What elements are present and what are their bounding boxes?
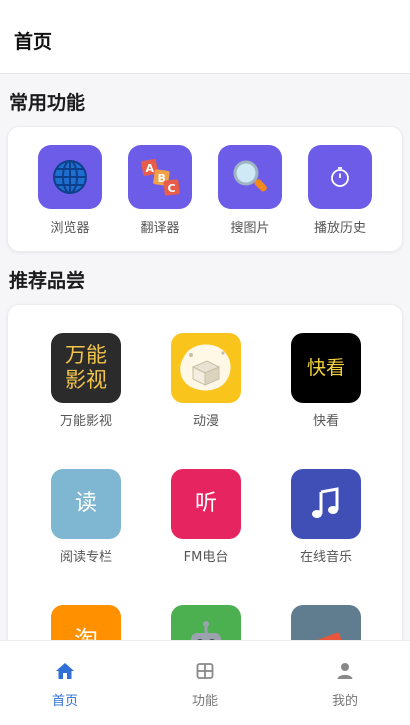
function-label: 浏览器 bbox=[50, 221, 90, 236]
status-bar bbox=[0, 0, 410, 8]
radio-icon: 听 bbox=[171, 469, 241, 539]
common-functions-card: 浏览器 A B C 翻译器 搜图片 播放历史 bbox=[7, 126, 403, 252]
recommend-section-title: 推荐品尝 bbox=[9, 270, 86, 292]
magnifier-icon bbox=[218, 145, 282, 209]
nav-profile[interactable]: 我的 bbox=[305, 661, 385, 709]
bottom-navigation: 首页 功能 我的 bbox=[0, 640, 410, 725]
globe-icon bbox=[38, 145, 102, 209]
kuaikan-icon: 快看 bbox=[291, 333, 361, 403]
app-online-music[interactable]: 在线音乐 bbox=[276, 469, 376, 565]
icon-text: 听 bbox=[194, 490, 217, 516]
function-play-history[interactable]: 播放历史 bbox=[300, 145, 380, 236]
app-reading[interactable]: 读 阅读专栏 bbox=[36, 469, 136, 565]
stopwatch-icon bbox=[308, 145, 372, 209]
app-label: FM电台 bbox=[183, 550, 229, 565]
abc-blocks-icon: A B C bbox=[128, 145, 192, 209]
icon-text: 快看 bbox=[306, 356, 345, 379]
svg-text:A: A bbox=[146, 162, 155, 175]
page-title: 首页 bbox=[14, 31, 53, 53]
app-label: 动漫 bbox=[192, 414, 219, 429]
function-translator[interactable]: A B C 翻译器 bbox=[120, 145, 200, 236]
common-section-title: 常用功能 bbox=[9, 92, 86, 114]
grid-icon bbox=[195, 661, 215, 685]
app-anime[interactable]: 动漫 bbox=[156, 333, 256, 429]
reading-icon: 读 bbox=[51, 469, 121, 539]
function-image-search[interactable]: 搜图片 bbox=[210, 145, 290, 236]
anime-icon bbox=[171, 333, 241, 403]
app-wanneng-yingshi[interactable]: 万能 影视 万能影视 bbox=[36, 333, 136, 429]
app-label: 万能影视 bbox=[59, 414, 112, 429]
nav-label: 我的 bbox=[331, 694, 358, 709]
nav-functions[interactable]: 功能 bbox=[165, 661, 245, 709]
nav-label: 功能 bbox=[191, 694, 218, 709]
app-fm-radio[interactable]: 听 FM电台 bbox=[156, 469, 256, 565]
home-icon bbox=[55, 661, 75, 685]
nav-home[interactable]: 首页 bbox=[25, 661, 105, 709]
nav-label: 首页 bbox=[51, 694, 78, 709]
function-browser[interactable]: 浏览器 bbox=[30, 145, 110, 236]
app-label: 在线音乐 bbox=[299, 550, 352, 565]
function-label: 播放历史 bbox=[313, 221, 366, 236]
app-label: 快看 bbox=[312, 414, 339, 429]
svg-text:C: C bbox=[168, 182, 176, 195]
app-bar: 首页 bbox=[0, 8, 410, 74]
screen: 首页 常用功能 浏览器 A B C 翻译器 搜图片 播放历史 推荐品尝 万能 影… bbox=[0, 0, 410, 725]
icon-text: 万能 影视 bbox=[65, 342, 107, 392]
function-label: 翻译器 bbox=[140, 221, 180, 236]
app-kuaikan[interactable]: 快看 快看 bbox=[276, 333, 376, 429]
music-note-icon bbox=[291, 469, 361, 539]
wanneng-yingshi-icon: 万能 影视 bbox=[51, 333, 121, 403]
person-icon bbox=[335, 661, 355, 685]
app-label: 阅读专栏 bbox=[59, 550, 112, 565]
function-label: 搜图片 bbox=[230, 221, 270, 236]
icon-text: 读 bbox=[74, 490, 97, 516]
